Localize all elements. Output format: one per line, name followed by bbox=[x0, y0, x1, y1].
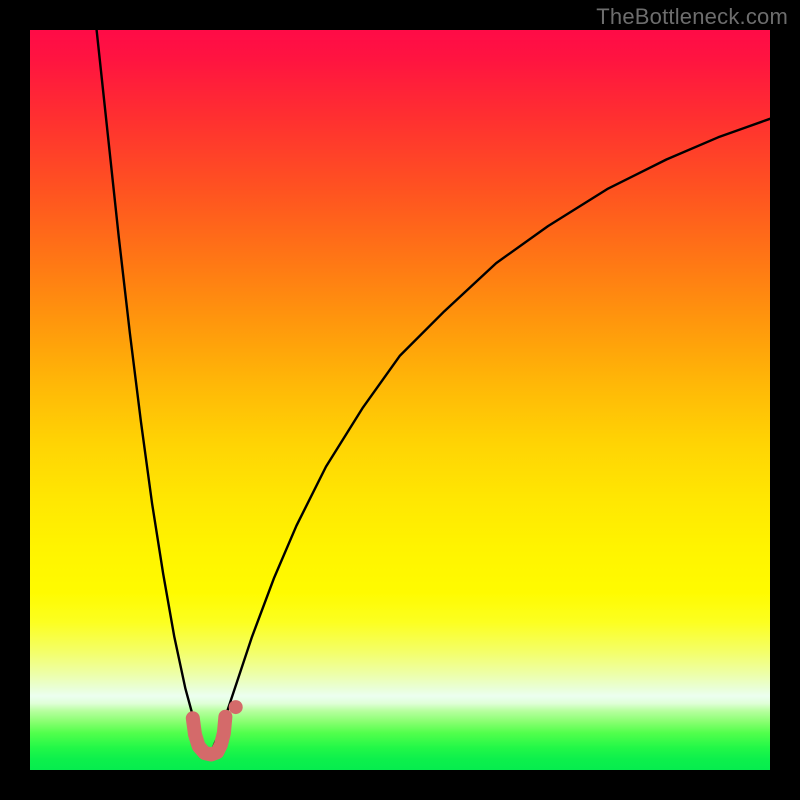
right_branch-path bbox=[211, 119, 770, 752]
left_branch-path bbox=[97, 30, 204, 752]
marker-u-path bbox=[193, 717, 226, 755]
marker-dot bbox=[229, 700, 243, 714]
chart-frame: TheBottleneck.com bbox=[0, 0, 800, 800]
watermark-text: TheBottleneck.com bbox=[596, 4, 788, 30]
curve-layer bbox=[30, 30, 770, 770]
plot-area bbox=[30, 30, 770, 770]
